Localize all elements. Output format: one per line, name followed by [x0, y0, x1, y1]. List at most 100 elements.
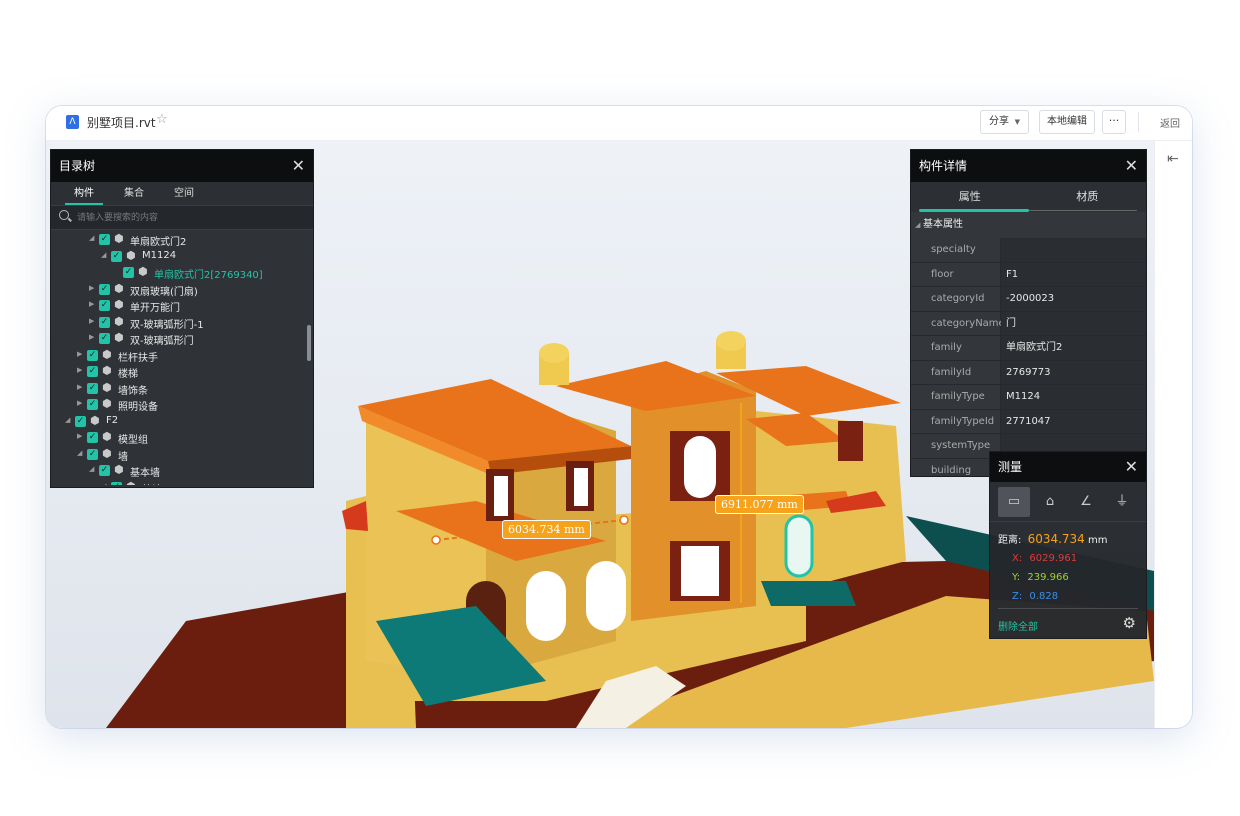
z-label: Z: [1012, 591, 1023, 602]
star-icon[interactable]: ☆ [156, 112, 168, 127]
tree-node[interactable]: ✓ ⬢ 单扇欧式门2[2769340] [51, 265, 303, 282]
checkbox[interactable]: ✓ [75, 415, 86, 427]
checkbox[interactable]: ✓ [99, 234, 110, 245]
property-value: 2769773 [1001, 360, 1146, 384]
cube-icon: ⬢ [114, 331, 124, 344]
gear-icon[interactable]: ⚙ [1123, 614, 1136, 632]
collapse-triangle-icon[interactable]: ◢ [89, 465, 94, 473]
search-icon [59, 210, 69, 220]
close-icon[interactable]: ✕ [1125, 452, 1138, 482]
tree-node[interactable]: ▶ ✓ ⬢ 楼梯 [51, 364, 303, 381]
measure-panel-title: 测量 [998, 460, 1023, 474]
checkbox[interactable]: ✓ [87, 349, 98, 361]
close-icon[interactable]: ✕ [1125, 150, 1138, 182]
share-button[interactable]: 分享 ▼ [980, 110, 1029, 134]
dimension-label-horizontal: 6034.734 mm [502, 520, 591, 539]
tree-node[interactable]: ◢ ✓ ⬢ F2 [51, 414, 303, 431]
expand-triangle-icon[interactable]: ▶ [77, 366, 82, 374]
expand-triangle-icon[interactable]: ▶ [89, 284, 94, 292]
more-button[interactable]: ··· [1102, 110, 1126, 134]
tree-node[interactable]: ▶ ✓ ⬢ 墙饰条 [51, 381, 303, 398]
collapse-triangle-icon[interactable]: ◢ [77, 449, 82, 457]
cube-icon: ⬢ [114, 298, 124, 311]
collapse-triangle-icon[interactable]: ◢ [89, 234, 94, 242]
collapse-triangle-icon[interactable]: ◢ [101, 482, 106, 486]
checkbox[interactable]: ✓ [123, 267, 134, 278]
delete-all-button[interactable]: 删除全部 [998, 618, 1038, 633]
tree-node[interactable]: ◢ ✓ ⬢ 基本墙 [51, 463, 303, 480]
checkbox[interactable]: ✓ [99, 316, 110, 328]
tab-properties[interactable]: 属性 [911, 182, 1029, 212]
expand-triangle-icon[interactable]: ▶ [77, 350, 82, 358]
checkbox[interactable]: ✓ [87, 399, 98, 410]
property-row: specialty [911, 238, 1146, 263]
checkbox[interactable]: ✓ [99, 465, 110, 476]
tree-node[interactable]: ▶ ✓ ⬢ 栏杆扶手 [51, 348, 303, 365]
tab-components[interactable]: 构件 [59, 182, 109, 205]
tree-node-label: 单开万能门 [130, 303, 180, 314]
share-label: 分享 [989, 116, 1009, 127]
tree-node-label: 照明设备 [118, 402, 158, 413]
property-value: -2000023 [1001, 287, 1146, 311]
checkbox[interactable]: ✓ [111, 481, 122, 485]
back-button[interactable]: 返回 [1160, 115, 1180, 130]
tree-node[interactable]: ▶ ✓ ⬢ 双-玻璃弧形门-1 [51, 315, 303, 332]
tab-sets[interactable]: 集合 [109, 182, 159, 205]
checkbox[interactable]: ✓ [87, 448, 98, 460]
tree-node-label: 双扇玻璃(门扇) [130, 286, 198, 298]
property-row: family 单扇欧式门2 [911, 336, 1146, 361]
tree-node[interactable]: ◢ ✓ ⬢ 墙 [51, 447, 303, 464]
checkbox[interactable]: ✓ [87, 382, 98, 394]
tree-node-label: 双-玻璃弧形门 [130, 336, 194, 347]
local-edit-button[interactable]: 本地编辑 [1039, 110, 1095, 134]
tab-spaces[interactable]: 空间 [159, 182, 209, 205]
collapse-triangle-icon[interactable]: ◢ [65, 416, 70, 424]
expand-triangle-icon[interactable]: ▶ [77, 432, 82, 440]
expand-triangle-icon[interactable]: ▶ [89, 300, 94, 308]
expand-triangle-icon[interactable]: ▶ [77, 399, 82, 407]
tree-node[interactable]: ▶ ✓ ⬢ 照明设备 [51, 397, 303, 414]
ruler-icon[interactable]: ▭ [998, 487, 1030, 517]
details-tabs: 属性 材质 [911, 182, 1146, 212]
expand-triangle-icon[interactable]: ▶ [89, 333, 94, 341]
property-value: F1 [1001, 262, 1146, 286]
scrollbar[interactable] [307, 325, 311, 361]
collapse-panel-icon[interactable]: ⇤ [1167, 151, 1179, 167]
close-icon[interactable]: ✕ [292, 150, 305, 182]
expand-triangle-icon[interactable]: ▶ [77, 383, 82, 391]
collapse-triangle-icon[interactable]: ◢ [101, 251, 106, 259]
search-input[interactable] [77, 209, 297, 227]
tree-node[interactable]: ▶ ✓ ⬢ 双扇玻璃(门扇) [51, 282, 303, 299]
tree-tabs: 构件 集合 空间 [51, 182, 313, 206]
tree-node[interactable]: ▶ ✓ ⬢ 模型组 [51, 430, 303, 447]
section-header[interactable]: ◢ 基本属性 [911, 212, 1146, 238]
tree-node[interactable]: ◢ ✓ ⬢ 单扇欧式门2 [51, 232, 303, 249]
property-row: categoryName 门 [911, 311, 1146, 336]
cube-icon: ⬢ [102, 380, 112, 394]
tree-node[interactable]: ▶ ✓ ⬢ 双-玻璃弧形门 [51, 331, 303, 348]
checkbox[interactable]: ✓ [111, 250, 122, 262]
dimension-label-vertical: 6911.077 mm [715, 495, 804, 514]
cube-icon: ⬢ [102, 446, 112, 460]
cube-icon: ⬢ [102, 364, 112, 377]
cube-icon: ⬢ [138, 265, 148, 278]
tree-node[interactable]: ◢ ✓ ⬢ M1124 [51, 249, 303, 266]
property-value: M1124 [1001, 385, 1146, 409]
tree-node-label: M1124 [142, 249, 177, 261]
checkbox[interactable]: ✓ [99, 300, 110, 311]
checkbox[interactable]: ✓ [87, 366, 98, 377]
angle-icon[interactable]: ∠ [1070, 487, 1102, 517]
checkbox[interactable]: ✓ [99, 333, 110, 344]
tab-material[interactable]: 材质 [1029, 182, 1147, 212]
property-table: specialty floor F1 categoryId -2000023 catego… [911, 238, 1146, 476]
expand-triangle-icon[interactable]: ▶ [89, 317, 94, 325]
cube-icon: ⬢ [114, 463, 124, 476]
plane-icon[interactable]: ⏚ [1106, 487, 1138, 517]
tree-node[interactable]: ▶ ✓ ⬢ 单开万能门 [51, 298, 303, 315]
property-key: categoryId [911, 287, 1001, 311]
checkbox[interactable]: ✓ [87, 432, 98, 443]
measure-toolbar: ▭ ⌂ ∠ ⏚ [990, 482, 1146, 522]
checkbox[interactable]: ✓ [99, 283, 110, 295]
tree-node[interactable]: ◢ ✓ ⬢ 外墙240 [51, 480, 303, 486]
elevation-icon[interactable]: ⌂ [1034, 487, 1066, 517]
